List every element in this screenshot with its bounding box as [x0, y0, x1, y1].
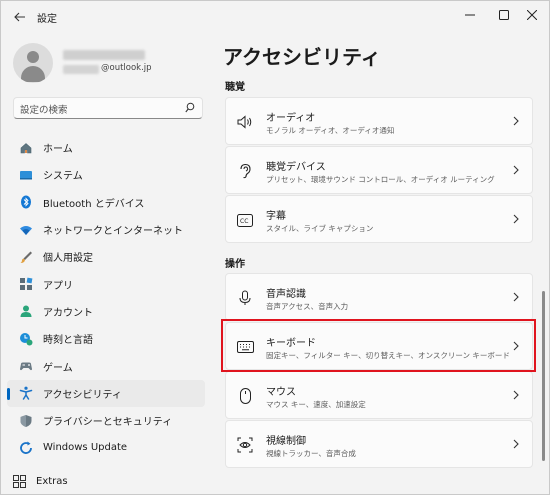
sidebar-item-label: ゲーム — [43, 362, 73, 374]
settings-window: 設定 @outlook.jp 設定の検索 ホーム システム Bluetooth … — [0, 0, 550, 495]
card-mouse[interactable]: マウス マウス キー、速度、加速設定 — [225, 371, 533, 419]
card-audio[interactable]: オーディオ モノラル オーディオ、オーディオ通知 — [225, 97, 533, 145]
chevron-right-icon — [513, 214, 519, 224]
extras-icon — [12, 474, 26, 488]
card-subtitle: 音声アクセス、音声入力 — [266, 302, 349, 311]
sidebar-item-apps[interactable]: アプリ — [7, 270, 205, 297]
home-icon — [19, 141, 33, 155]
sidebar-item-gaming[interactable]: ゲーム — [7, 352, 205, 379]
chevron-right-icon — [513, 390, 519, 400]
app-title: 設定 — [37, 14, 57, 25]
sidebar-item-bluetooth[interactable]: Bluetooth とデバイス — [7, 189, 205, 216]
sidebar-item-personalization[interactable]: 個人用設定 — [7, 243, 205, 270]
sidebar-item-privacy[interactable]: プライバシーとセキュリティ — [7, 407, 205, 434]
sidebar-item-label: アカウント — [43, 307, 93, 319]
keyboard-icon — [236, 338, 254, 356]
apps-icon — [19, 277, 33, 291]
card-title: 聴覚デバイス — [266, 162, 326, 173]
sidebar-item-time-language[interactable]: 時刻と言語 — [7, 325, 205, 352]
sidebar-item-label: アクセシビリティ — [43, 389, 122, 401]
card-title: マウス — [266, 387, 296, 398]
ear-icon — [236, 162, 254, 180]
chevron-right-icon — [513, 292, 519, 302]
wifi-icon — [19, 223, 33, 237]
search-input[interactable]: 設定の検索 — [20, 102, 68, 116]
sidebar-item-label: ネットワークとインターネット — [43, 226, 183, 238]
scrollbar[interactable] — [542, 291, 545, 461]
shield-icon — [19, 414, 33, 428]
mouse-icon — [236, 387, 254, 405]
svg-text:CC: CC — [240, 218, 248, 225]
chevron-right-icon — [513, 341, 519, 351]
sidebar-item-system[interactable]: システム — [7, 161, 205, 188]
card-hearing-devices[interactable]: 聴覚デバイス プリセット、環境サウンド コントロール、オーディオ ルーティング — [225, 146, 533, 194]
back-button[interactable] — [9, 7, 31, 27]
sidebar-item-windows-update[interactable]: Windows Update — [7, 434, 205, 461]
search-box[interactable]: 設定の検索 — [13, 97, 203, 119]
page-title: アクセシビリティ — [223, 45, 381, 69]
card-title: 字幕 — [266, 211, 286, 222]
card-eye-control[interactable]: 視線制御 視線トラッカー、音声合成 — [225, 420, 533, 468]
sidebar-nav: ホーム システム Bluetooth とデバイス ネットワークとインターネット … — [7, 134, 205, 462]
profile-email-redacted — [63, 65, 99, 74]
sidebar-item-label: アプリ — [43, 280, 73, 292]
eye-control-icon — [236, 436, 254, 454]
close-icon — [527, 10, 537, 20]
card-subtitle: 視線トラッカー、音声合成 — [266, 449, 356, 458]
card-subtitle: スタイル、ライブ キャプション — [266, 224, 374, 233]
brush-icon — [19, 250, 33, 264]
captions-icon: CC — [236, 211, 254, 229]
account-icon — [19, 304, 33, 318]
card-title: 視線制御 — [266, 436, 306, 447]
chevron-right-icon — [513, 439, 519, 449]
arrow-left-icon — [14, 12, 25, 22]
maximize-icon — [499, 10, 509, 20]
chevron-right-icon — [513, 165, 519, 175]
chevron-right-icon — [513, 116, 519, 126]
card-speech[interactable]: 音声認識 音声アクセス、音声入力 — [225, 273, 533, 321]
sidebar-item-extras[interactable]: Extras — [7, 471, 205, 491]
sidebar-item-accessibility[interactable]: アクセシビリティ — [7, 379, 205, 407]
system-icon — [19, 168, 33, 182]
sidebar-item-network[interactable]: ネットワークとインターネット — [7, 216, 205, 243]
search-icon — [185, 102, 195, 113]
sidebar-item-label: Windows Update — [43, 442, 128, 454]
sidebar-item-label: 個人用設定 — [43, 253, 93, 265]
sidebar-item-label: 時刻と言語 — [43, 335, 93, 347]
avatar — [13, 43, 53, 83]
profile-name-redacted — [63, 50, 145, 60]
card-title: キーボード — [266, 338, 316, 349]
close-button[interactable] — [515, 3, 549, 27]
time-language-icon — [19, 332, 33, 346]
sidebar-item-home[interactable]: ホーム — [7, 134, 205, 161]
minimize-icon — [465, 14, 475, 16]
card-subtitle: マウス キー、速度、加速設定 — [266, 400, 366, 409]
card-subtitle: プリセット、環境サウンド コントロール、オーディオ ルーティング — [266, 175, 495, 184]
speaker-icon — [236, 113, 254, 131]
sidebar-item-label: Extras — [36, 475, 68, 487]
gaming-icon — [19, 359, 33, 373]
profile-email: @outlook.jp — [101, 63, 152, 73]
sidebar-item-label: システム — [43, 171, 83, 183]
card-captions[interactable]: CC 字幕 スタイル、ライブ キャプション — [225, 195, 533, 243]
card-subtitle: 固定キー、フィルター キー、切り替えキー、オンスクリーン キーボード — [266, 351, 510, 360]
section-label-interaction: 操作 — [225, 259, 245, 270]
bluetooth-icon — [19, 195, 33, 209]
sidebar-item-label: プライバシーとセキュリティ — [43, 417, 173, 429]
microphone-icon — [236, 289, 254, 307]
card-title: 音声認識 — [266, 289, 306, 300]
update-icon — [19, 441, 33, 455]
minimize-button[interactable] — [453, 3, 487, 27]
sidebar-item-label: Bluetooth とデバイス — [43, 198, 145, 210]
user-profile[interactable]: @outlook.jp — [13, 43, 203, 83]
card-subtitle: モノラル オーディオ、オーディオ通知 — [266, 126, 395, 135]
sidebar-item-label: ホーム — [43, 144, 73, 156]
section-label-hearing: 聴覚 — [225, 82, 245, 93]
card-keyboard[interactable]: キーボード 固定キー、フィルター キー、切り替えキー、オンスクリーン キーボード — [225, 322, 533, 370]
title-bar: 設定 — [1, 1, 549, 33]
card-title: オーディオ — [266, 113, 316, 124]
accessibility-icon — [19, 386, 33, 401]
sidebar-item-accounts[interactable]: アカウント — [7, 298, 205, 325]
